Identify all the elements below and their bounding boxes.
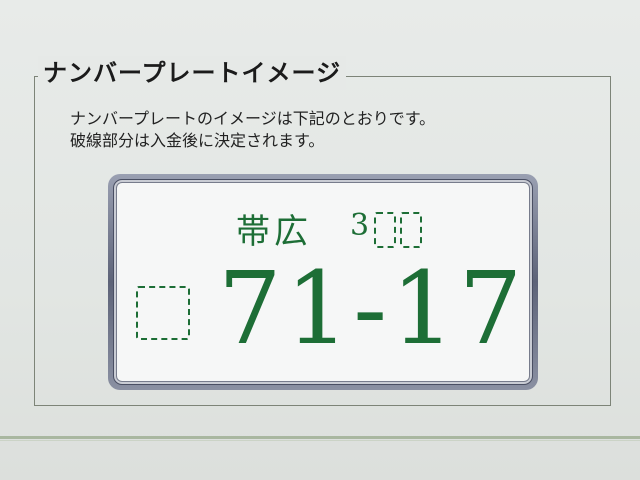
- class-number-placeholder-1: [374, 212, 396, 248]
- license-plate: 帯広 3 71-17: [108, 174, 538, 390]
- bottom-divider: [0, 436, 640, 439]
- section-title: ナンバープレートイメージ: [38, 56, 347, 90]
- hiragana-placeholder: [136, 286, 190, 340]
- license-plate-face: 帯広 3 71-17: [113, 179, 533, 385]
- bottom-divider-shadow: [0, 440, 640, 441]
- plate-number: 71-17: [218, 250, 527, 367]
- class-number-placeholder-2: [400, 212, 422, 248]
- description-line-2: 破線部分は入金後に決定されます。: [70, 131, 325, 150]
- plate-class-digit: 3: [350, 208, 370, 243]
- description-line-1: ナンバープレートのイメージは下記のとおりです。: [70, 109, 436, 128]
- description: ナンバープレートのイメージは下記のとおりです。 破線部分は入金後に決定されます。: [70, 108, 435, 152]
